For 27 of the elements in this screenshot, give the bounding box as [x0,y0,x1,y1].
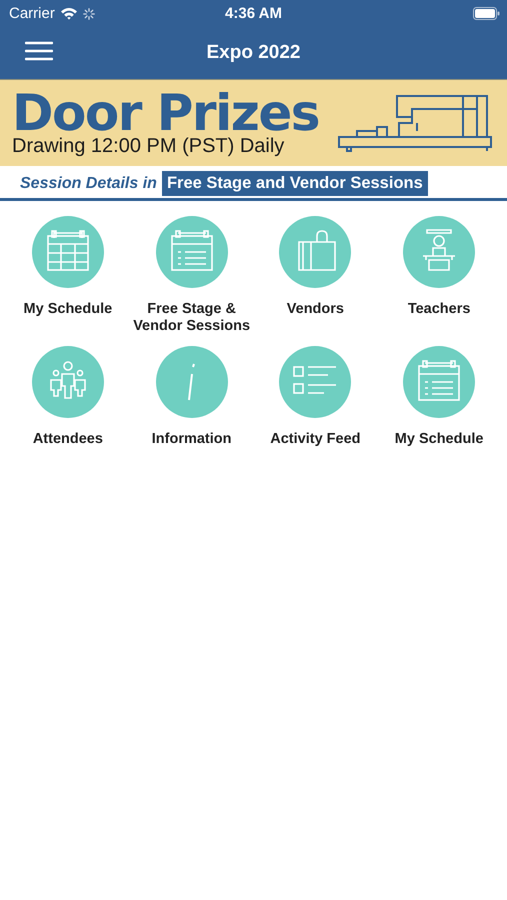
podium-icon [403,216,476,288]
calendar-icon [403,346,476,418]
menu-tile[interactable]: My Schedule [6,216,130,338]
menu-tile[interactable]: Information [130,346,254,468]
sessions-label: Free Stage and Vendor Sessions [162,171,428,196]
menu-tile[interactable]: Vendors [254,216,378,338]
menu-tile[interactable]: Attendees [6,346,130,468]
menu-tile[interactable]: Free Stage & Vendor Sessions [130,216,254,338]
menu-tile[interactable]: My Schedule [377,346,501,468]
activity-icon [82,8,95,20]
menu-tile[interactable]: Teachers [377,216,501,338]
bag-icon [279,216,352,288]
session-details-text: Session Details in [20,174,157,192]
info-icon [156,346,228,418]
menu-tile[interactable]: Activity Feed [254,346,378,468]
menu-icon[interactable] [25,41,53,61]
people-icon [32,346,104,418]
carrier-name: Carrier [9,5,55,22]
battery-icon [473,7,500,20]
checklist-icon [279,346,352,418]
wifi-icon [60,7,78,20]
screen-title: Expo 2022 [206,42,300,64]
banner-headline: Door Prizes [12,89,319,137]
calendar-icon [32,216,104,288]
calendar-icon [156,216,228,288]
banner-subline: Drawing 12:00 PM (PST) Daily [12,135,286,157]
status-time: 4:36 AM [225,5,282,22]
